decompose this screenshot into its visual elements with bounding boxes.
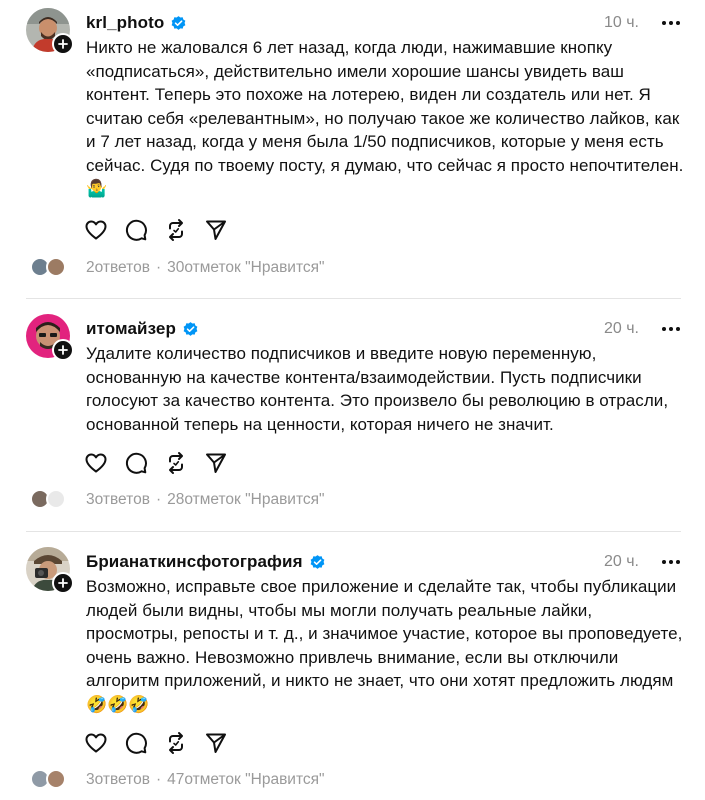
likes-count[interactable]: 30отметок "Нравится" — [167, 259, 324, 277]
replies-count[interactable]: 2ответов — [86, 259, 150, 277]
replier-avatars — [30, 257, 70, 279]
post-header: krl_photo 10 ч. — [86, 8, 681, 38]
post-3-avatar-wrap[interactable] — [26, 547, 74, 594]
username[interactable]: krl_photo — [86, 13, 164, 33]
post-actions — [84, 451, 244, 475]
replier-avatars — [30, 769, 70, 791]
likes-count[interactable]: 28отметок "Нравится" — [167, 491, 324, 509]
send-icon[interactable] — [204, 731, 228, 755]
post-text: Удалите количество подписчиков и введите… — [86, 344, 669, 434]
post-stats: 3ответов · 47отметок "Нравится" — [30, 769, 325, 791]
post-3: Брианаткинсфотография 20 ч. Возможно, ис… — [0, 547, 705, 800]
verified-badge-icon — [182, 321, 199, 338]
replies-count[interactable]: 3ответов — [86, 491, 150, 509]
repost-icon[interactable] — [164, 731, 188, 755]
more-options-icon[interactable] — [661, 319, 681, 339]
separator: · — [155, 491, 162, 508]
replier-avatars — [30, 489, 70, 511]
post-stats: 2ответов · 30отметок "Нравится" — [30, 257, 325, 279]
replies-count[interactable]: 3ответов — [86, 771, 150, 789]
verified-badge-icon — [309, 554, 326, 571]
post-header: Брианаткинсфотография 20 ч. — [86, 547, 681, 577]
divider — [26, 298, 681, 299]
timestamp: 20 ч. — [603, 320, 639, 337]
post-text: Возможно, исправьте свое приложение и сд… — [86, 577, 683, 714]
send-icon[interactable] — [204, 218, 228, 242]
replier-avatar — [46, 257, 66, 277]
post-1: krl_photo 10 ч. Никто не жаловался 6 лет… — [0, 8, 705, 293]
replier-avatar — [46, 489, 66, 509]
replier-avatar — [46, 769, 66, 789]
comment-icon[interactable] — [124, 731, 148, 755]
post-text: Никто не жаловался 6 лет назад, когда лю… — [86, 38, 684, 198]
username[interactable]: итомайзер — [86, 319, 176, 339]
timestamp: 10 ч. — [603, 14, 639, 31]
post-1-avatar-wrap[interactable] — [26, 8, 74, 55]
username[interactable]: Брианаткинсфотография — [86, 552, 303, 572]
send-icon[interactable] — [204, 451, 228, 475]
post-actions — [84, 731, 244, 755]
likes-count[interactable]: 47отметок "Нравится" — [167, 771, 324, 789]
post-2-avatar-wrap[interactable] — [26, 314, 74, 361]
more-options-icon[interactable] — [661, 13, 681, 33]
repost-icon[interactable] — [164, 451, 188, 475]
repost-icon[interactable] — [164, 218, 188, 242]
heart-icon[interactable] — [84, 451, 108, 475]
comment-icon[interactable] — [124, 218, 148, 242]
threads-reply-feed: krl_photo 10 ч. Никто не жаловался 6 лет… — [0, 0, 705, 800]
post-stats: 3ответов · 28отметок "Нравится" — [30, 489, 325, 511]
heart-icon[interactable] — [84, 731, 108, 755]
post-actions — [84, 218, 244, 242]
more-options-icon[interactable] — [661, 552, 681, 572]
verified-badge-icon — [170, 15, 187, 32]
post-2: итомайзер 20 ч. Удалите количество подпи… — [0, 314, 705, 519]
heart-icon[interactable] — [84, 218, 108, 242]
follow-plus-icon[interactable] — [52, 33, 74, 55]
follow-plus-icon[interactable] — [52, 572, 74, 594]
follow-plus-icon[interactable] — [52, 339, 74, 361]
separator: · — [155, 259, 162, 276]
comment-icon[interactable] — [124, 451, 148, 475]
timestamp: 20 ч. — [603, 553, 639, 570]
post-header: итомайзер 20 ч. — [86, 314, 681, 344]
divider — [26, 531, 681, 532]
separator: · — [155, 771, 162, 788]
